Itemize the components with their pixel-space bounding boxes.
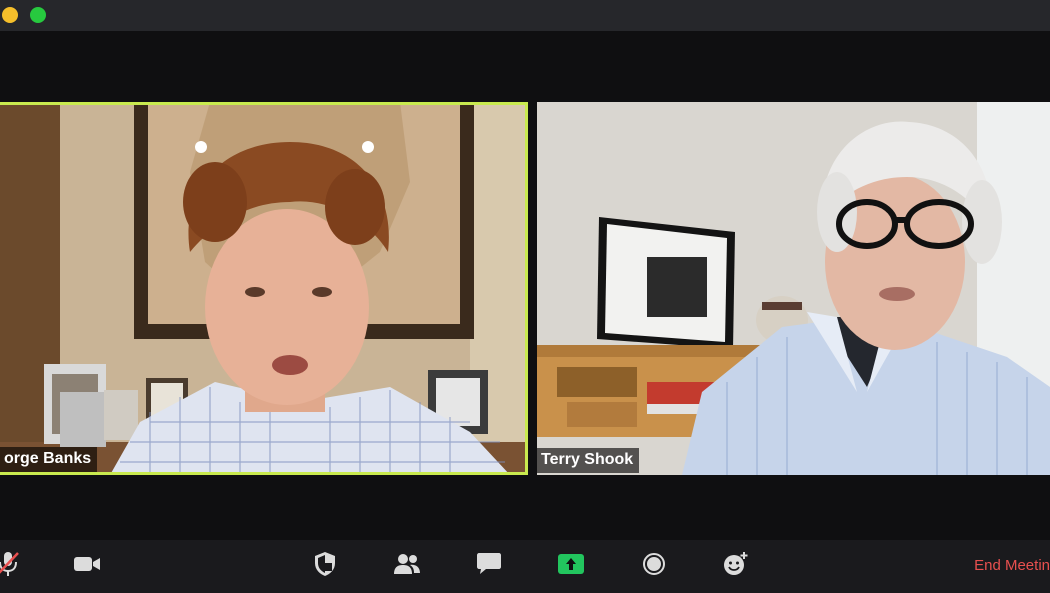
minimize-button[interactable] [2, 7, 18, 23]
participant-video [537, 102, 1050, 475]
maximize-button[interactable] [30, 7, 46, 23]
reactions-button[interactable] [716, 550, 756, 582]
mute-button[interactable] [0, 550, 28, 582]
participants-icon [393, 553, 421, 580]
share-screen-button[interactable] [551, 550, 591, 582]
title-bar [0, 0, 1050, 31]
mic-muted-icon [0, 550, 21, 583]
chat-button[interactable] [469, 550, 509, 582]
record-icon [642, 552, 666, 581]
participant-video [0, 102, 528, 475]
video-camera-icon [73, 554, 101, 579]
shield-icon [314, 551, 336, 582]
participant-name-label: orge Banks [0, 447, 98, 472]
record-button[interactable] [634, 550, 674, 582]
meeting-toolbar: End Meetin [0, 540, 1050, 593]
share-screen-icon [557, 553, 585, 580]
chat-icon [476, 552, 502, 581]
video-tile[interactable]: Terry Shook [537, 102, 1050, 475]
video-tile-active-speaker[interactable]: orge Banks [0, 102, 528, 475]
reactions-icon [723, 551, 749, 582]
end-meeting-button[interactable]: End Meetin [974, 557, 1050, 574]
participant-name-label: Terry Shook [537, 448, 640, 473]
participants-button[interactable] [387, 550, 427, 582]
security-button[interactable] [305, 550, 345, 582]
video-button[interactable] [67, 550, 107, 582]
